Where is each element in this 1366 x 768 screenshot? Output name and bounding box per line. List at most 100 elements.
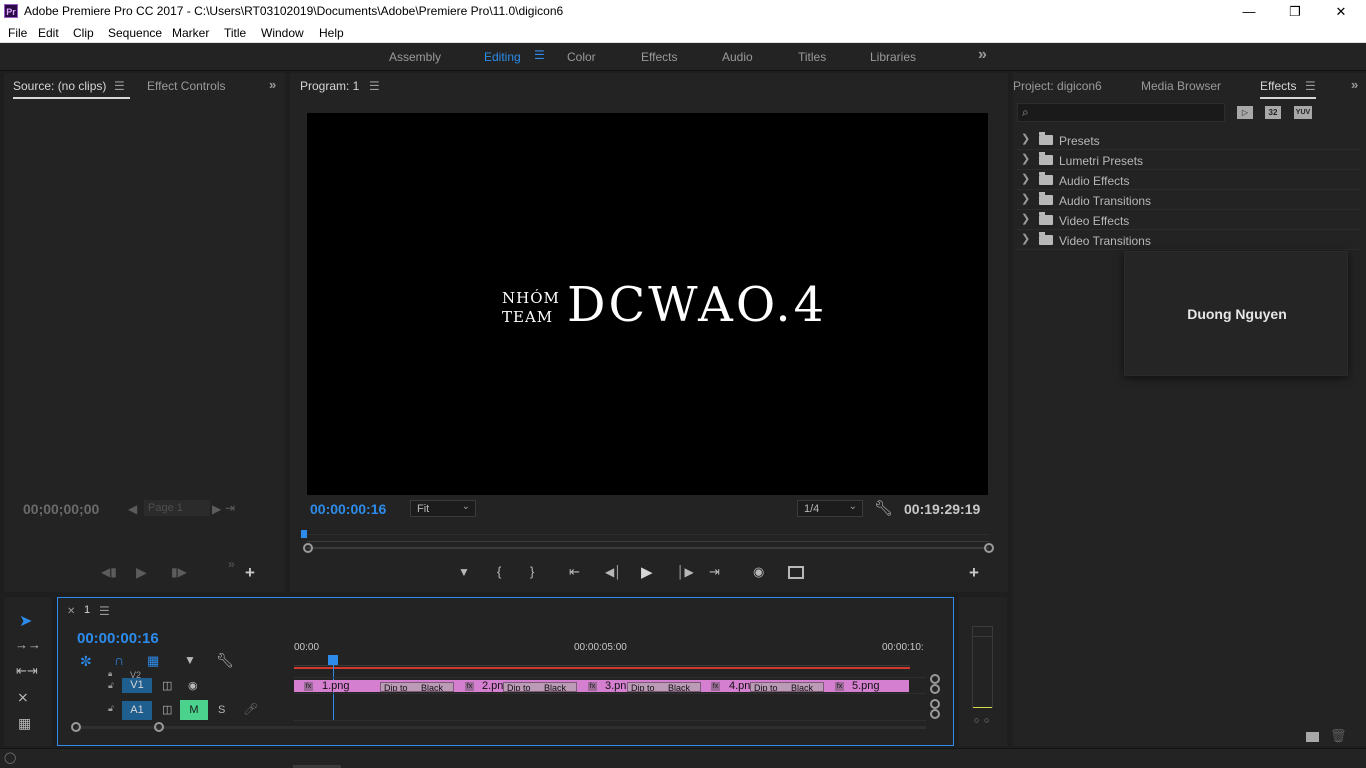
accelerated-effects-icon[interactable]: ▷ [1237,106,1253,119]
new-bin-icon[interactable] [1306,732,1319,742]
workspace-color[interactable]: Color [567,50,596,64]
effects-folder-audio-effects[interactable]: ❯ Audio Effects [1017,170,1359,190]
close-sequence-icon[interactable]: ✕ [67,606,75,617]
close-button[interactable]: ✕ [1318,0,1364,23]
effects-search-input[interactable]: ⌕ [1017,103,1225,122]
ripple-edit-tool-icon[interactable]: ⇤⇥ [16,663,38,679]
timeline-zoom-handle-left[interactable] [71,722,81,732]
program-ruler[interactable] [307,528,989,542]
workspace-menu-icon[interactable]: ☰ [534,48,545,62]
menu-help[interactable]: Help [319,26,344,40]
clip-2-label[interactable]: 2.pn [482,680,503,692]
chevron-right-icon[interactable]: ❯ [1021,192,1030,205]
solo-right-icon[interactable]: ○ [984,715,989,725]
source-menu-icon[interactable]: ☰ [114,79,125,93]
program-zoom-bar[interactable] [307,547,989,549]
selection-tool-icon[interactable]: ➤ [19,611,32,631]
a1-source-patch[interactable]: A1 [122,701,152,720]
track-height-handle[interactable] [930,684,940,694]
timeline-timecode[interactable]: 00:00:00:16 [77,630,159,647]
restore-button[interactable]: ❐ [1272,0,1318,23]
chevron-right-icon[interactable]: ❯ [1021,132,1030,145]
track-height-handle[interactable] [930,699,940,709]
tab-effect-controls[interactable]: Effect Controls [147,79,225,93]
menu-edit[interactable]: Edit [38,26,59,40]
mute-button[interactable]: M [180,700,208,720]
zoom-handle-right[interactable] [984,543,994,553]
effects-folder-video-transitions[interactable]: ❯ Video Transitions [1017,230,1359,250]
workspace-editing[interactable]: Editing [484,50,521,64]
page-prev-icon[interactable]: ◀ [128,502,137,516]
page-last-icon[interactable]: ⇥ [225,501,235,515]
workspace-assembly[interactable]: Assembly [389,50,441,64]
menu-marker[interactable]: Marker [172,26,209,40]
sequence-tab[interactable]: 1 [84,604,90,616]
source-add-button[interactable]: + [245,563,255,583]
resolution-select[interactable]: 1/4 ⌄ [797,500,863,517]
transition-dip-to-black-4[interactable]: Dip to Black [750,682,824,692]
program-playhead-marker[interactable] [301,530,307,538]
chevron-right-icon[interactable]: ❯ [1021,152,1030,165]
sequence-menu-icon[interactable]: ☰ [99,604,110,618]
safe-margins-icon[interactable] [788,566,804,579]
program-menu-icon[interactable]: ☰ [369,79,380,93]
source-timecode[interactable]: 00;00;00;00 [23,501,99,517]
trash-icon[interactable]: 🗑︎ [1330,728,1347,744]
minimize-button[interactable]: — [1226,0,1272,23]
go-to-out-icon[interactable]: ⇥ [709,564,720,580]
work-area-bar[interactable] [294,667,910,669]
menu-clip[interactable]: Clip [73,26,94,40]
timeline-zoom-handle-right[interactable] [154,722,164,732]
a1-sync-icon[interactable]: ◫ [162,703,172,716]
solo-button[interactable]: S [218,704,225,716]
workspace-overflow-icon[interactable]: » [978,46,987,64]
tab-media-browser[interactable]: Media Browser [1141,79,1221,93]
chevron-right-icon[interactable]: ❯ [1021,232,1030,245]
mark-in-icon[interactable]: { [497,564,501,579]
effects-folder-presets[interactable]: ❯ Presets [1017,130,1359,150]
effects-folder-lumetri-presets[interactable]: ❯ Lumetri Presets [1017,150,1359,170]
add-marker-icon[interactable]: ▼ [458,565,470,579]
program-title[interactable]: Program: 1 [300,79,359,93]
status-icon[interactable]: ◯ [4,751,16,764]
razor-tool-icon[interactable]: ⨯ [17,689,29,706]
mark-out-icon[interactable]: } [530,564,534,579]
eye-icon[interactable]: ◉ [188,679,198,692]
workspace-titles[interactable]: Titles [798,50,826,64]
chevron-right-icon[interactable]: ❯ [1021,172,1030,185]
program-add-button[interactable]: + [969,563,979,583]
yuv-effects-icon[interactable]: YUV [1294,106,1312,119]
source-overflow-icon[interactable]: » [269,77,276,92]
go-to-in-icon[interactable]: ⇤ [569,564,580,580]
a1-track-lane[interactable] [294,697,926,721]
transition-dip-to-black-1[interactable]: Dip to Black [380,682,454,692]
play-icon[interactable]: ▶ [641,563,653,581]
program-timecode[interactable]: 00:00:00:16 [310,501,386,517]
effects-menu-icon[interactable]: ☰ [1305,79,1316,93]
add-marker-timeline-icon[interactable]: ▼ [184,653,196,667]
snap-magnet-icon[interactable]: ∩ [114,652,124,668]
menu-window[interactable]: Window [261,26,304,40]
timeline-zoom-bar[interactable] [76,726,926,729]
chevron-right-icon[interactable]: ❯ [1021,212,1030,225]
fit-select[interactable]: Fit ⌄ [410,500,476,517]
timeline-settings-icon[interactable]: 🔧︎ [216,652,234,669]
timeline-ruler[interactable] [294,656,910,666]
source-step-forward-icon[interactable]: ▮▶ [171,565,187,579]
page-next-icon[interactable]: ▶ [212,502,221,516]
workspace-libraries[interactable]: Libraries [870,50,916,64]
slip-tool-icon[interactable]: ▦ [18,715,31,732]
solo-left-icon[interactable]: ○ [974,715,979,725]
track-select-tool-icon[interactable]: →→ [15,637,41,652]
effects-folder-audio-transitions[interactable]: ❯ Audio Transitions [1017,190,1359,210]
tab-source[interactable]: Source: (no clips) [13,79,106,93]
source-step-back-icon[interactable]: ◀▮ [101,565,117,579]
menu-title[interactable]: Title [224,26,246,40]
linked-selection-icon[interactable]: ▦ [147,653,159,669]
source-more-icon[interactable]: » [228,557,235,571]
clip-3-label[interactable]: 3.pn [605,680,626,692]
step-forward-icon[interactable]: │▶ [677,565,694,579]
program-video-frame[interactable]: NHÓM TEAM DCWAO.4 [307,113,988,495]
step-back-icon[interactable]: ◀│ [605,565,622,579]
v1-lock-icon[interactable]: 🔓︎ [108,680,114,691]
